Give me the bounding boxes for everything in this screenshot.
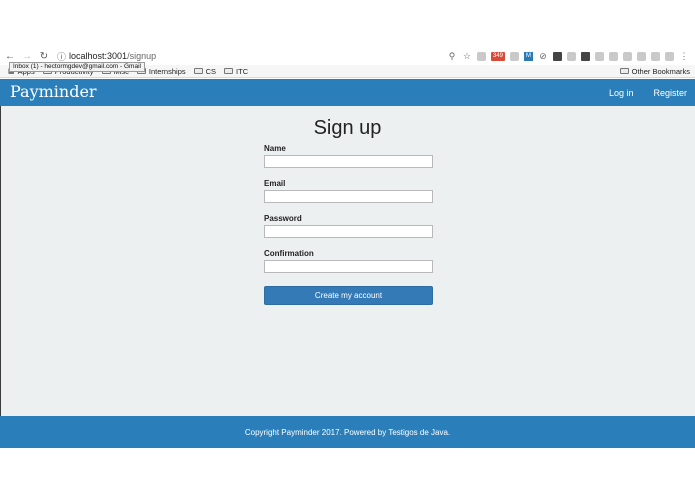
url-path: /signup <box>127 51 157 61</box>
extension-badge-icon[interactable]: 349 <box>491 51 505 61</box>
extension-icon[interactable] <box>581 51 590 61</box>
bookmark-label: Internships <box>148 66 186 76</box>
info-icon[interactable]: ⓘ <box>57 50 66 63</box>
extension-icon[interactable] <box>595 51 604 61</box>
bookmark-label: CS <box>205 66 217 76</box>
extension-icon[interactable] <box>567 51 576 61</box>
main-content: Sign up Name Email Password Confirmation… <box>0 106 695 416</box>
other-bookmarks[interactable]: Other Bookmarks <box>619 65 690 77</box>
toolbar-actions: ⚲ ☆ 349 M ⊘ ⋮ <box>447 47 689 65</box>
extension-m-icon[interactable]: M <box>524 51 533 61</box>
extension-icon[interactable] <box>553 51 562 61</box>
create-account-button[interactable]: Create my account <box>264 286 433 305</box>
back-arrow-icon[interactable]: ← <box>3 49 17 63</box>
email-field[interactable] <box>264 190 433 203</box>
top-margin <box>0 0 695 47</box>
tab-tooltip: Inbox (1) - hectormgdev@gmail.com - Gmai… <box>9 62 145 72</box>
brand-logo[interactable]: Payminder <box>10 82 97 101</box>
reload-icon[interactable]: ↻ <box>37 49 51 63</box>
footer: Copyright Payminder 2017. Powered by Tes… <box>0 416 695 448</box>
email-label: Email <box>264 179 286 188</box>
page-title: Sign up <box>313 117 382 139</box>
app-navbar: Payminder Log in Register <box>0 79 695 106</box>
bookmark-label: ITC <box>236 66 249 76</box>
forward-arrow-icon[interactable]: → <box>20 49 34 63</box>
name-field[interactable] <box>264 155 433 168</box>
name-label: Name <box>264 144 286 153</box>
folder-icon <box>224 68 234 74</box>
signup-form: Name Email Password Confirmation Create … <box>264 143 433 305</box>
nav-links: Log in Register <box>609 79 687 106</box>
bottom-margin <box>0 448 695 494</box>
window-edge <box>0 106 1 416</box>
bookmark-itc[interactable]: ITC <box>224 67 248 76</box>
folder-icon <box>193 68 203 74</box>
key-icon[interactable]: ⚲ <box>447 51 457 62</box>
register-link[interactable]: Register <box>653 88 687 98</box>
folder-icon <box>619 68 629 74</box>
extension-icon[interactable] <box>665 51 674 61</box>
confirmation-field[interactable] <box>264 260 433 273</box>
extension-icon[interactable] <box>623 51 632 61</box>
other-bookmarks-label: Other Bookmarks <box>631 66 690 76</box>
menu-icon[interactable]: ⋮ <box>679 51 689 62</box>
star-icon[interactable]: ☆ <box>462 51 472 62</box>
extension-icon[interactable] <box>637 51 646 61</box>
extension-icon[interactable] <box>651 51 660 61</box>
bookmark-cs[interactable]: CS <box>193 66 217 76</box>
confirmation-label: Confirmation <box>264 249 314 258</box>
password-label: Password <box>264 214 302 223</box>
url-host: localhost:3001 <box>69 51 128 61</box>
password-field[interactable] <box>264 225 433 238</box>
extension-icon[interactable] <box>609 51 618 61</box>
address-bar[interactable]: localhost:3001/signup <box>69 51 156 61</box>
footer-text: Copyright Payminder 2017. Powered by Tes… <box>244 427 451 437</box>
extension-icon[interactable] <box>477 51 486 61</box>
blocked-icon[interactable]: ⊘ <box>538 51 548 62</box>
login-link[interactable]: Log in <box>609 88 634 98</box>
extension-icon[interactable] <box>510 51 519 61</box>
